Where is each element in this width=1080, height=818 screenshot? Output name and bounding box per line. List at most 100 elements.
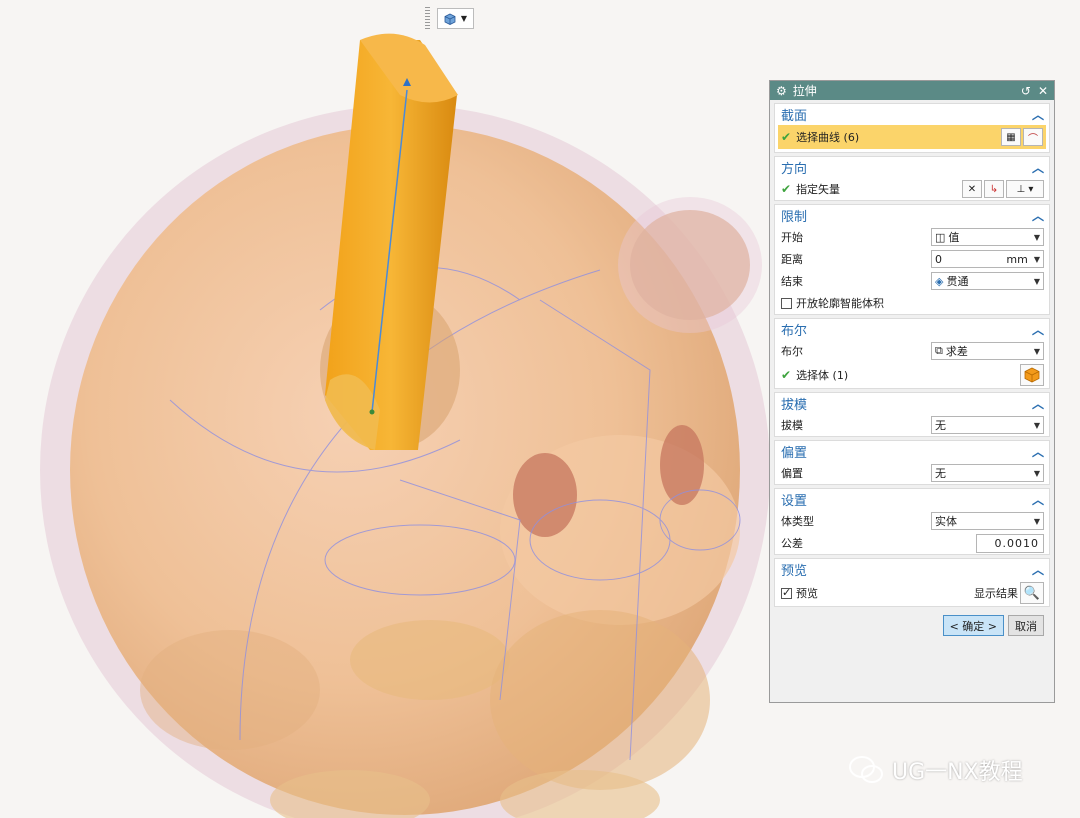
select-curve-row[interactable]: ✔ 选择曲线 (6) ▦ ⌒ bbox=[778, 125, 1046, 149]
vector-type-dropdown[interactable]: ⊥ ▾ bbox=[1006, 180, 1044, 198]
section-title: 限制 bbox=[781, 210, 808, 225]
solid-body-icon[interactable] bbox=[1020, 364, 1044, 386]
specify-vector-row[interactable]: ✔ 指定矢量 ✕ ↳ ⊥ ▾ bbox=[775, 178, 1049, 200]
settings-panel: 设置 ︿ 体类型 实体 ▼ 公差 0.0010 bbox=[774, 488, 1050, 555]
ok-button[interactable]: < 确定 > bbox=[942, 615, 1004, 636]
collapse-icon[interactable]: ︿ bbox=[1032, 395, 1044, 412]
chevron-down-icon: ▼ bbox=[1033, 276, 1040, 286]
limits-panel: 限制 ︿ 开始 ◫ 值 ▼ 距离 0 mm ▼ 结束 ◈ 贯通 ▼ 开放轮廓智能… bbox=[774, 204, 1050, 315]
section-header[interactable]: 限制 ︿ bbox=[775, 205, 1049, 226]
tolerance-input[interactable]: 0.0010 bbox=[976, 533, 1044, 553]
open-profile-row[interactable]: 开放轮廓智能体积 bbox=[775, 292, 1049, 314]
close-icon[interactable]: ✕ bbox=[1038, 84, 1048, 98]
chevron-down-icon[interactable]: ▼ bbox=[1034, 255, 1040, 264]
collapse-icon[interactable]: ︿ bbox=[1032, 159, 1044, 176]
section-title: 预览 bbox=[781, 564, 808, 579]
collapse-icon[interactable]: ︿ bbox=[1032, 443, 1044, 460]
section-header[interactable]: 设置 ︿ bbox=[775, 489, 1049, 510]
open-profile-checkbox[interactable] bbox=[781, 297, 792, 309]
section-title: 设置 bbox=[781, 494, 808, 509]
distance-unit: mm bbox=[1006, 252, 1028, 266]
collapse-icon[interactable]: ︿ bbox=[1032, 207, 1044, 224]
start-row: 开始 ◫ 值 ▼ bbox=[775, 226, 1049, 248]
end-label: 结束 bbox=[781, 275, 803, 288]
draft-row: 拔模 无 ▼ bbox=[775, 414, 1049, 436]
distance-label: 距离 bbox=[781, 253, 803, 266]
section-title: 方向 bbox=[781, 162, 808, 177]
tolerance-row: 公差 0.0010 bbox=[775, 532, 1049, 554]
collapse-icon[interactable]: ︿ bbox=[1032, 321, 1044, 338]
offset-value: 无 bbox=[935, 467, 946, 480]
specify-vector-label: 指定矢量 bbox=[796, 183, 841, 196]
chevron-down-icon: ▼ bbox=[1033, 420, 1040, 430]
body-type-row: 体类型 实体 ▼ bbox=[775, 510, 1049, 532]
chevron-down-icon: ▼ bbox=[1033, 468, 1040, 478]
offset-row: 偏置 无 ▼ bbox=[775, 462, 1049, 484]
collapse-icon[interactable]: ︿ bbox=[1032, 491, 1044, 508]
dialog-buttons: < 确定 > 取消 bbox=[770, 607, 1054, 636]
curve-icon[interactable]: ⌒ bbox=[1023, 128, 1043, 146]
collapse-icon[interactable]: ︿ bbox=[1032, 106, 1044, 123]
section-header[interactable]: 布尔 ︿ bbox=[775, 319, 1049, 340]
dialog-titlebar[interactable]: ⚙ 拉伸 ↺ ✕ bbox=[770, 81, 1054, 100]
gear-icon: ⚙ bbox=[776, 83, 787, 98]
start-select[interactable]: ◫ 值 ▼ bbox=[931, 228, 1044, 246]
body-type-value: 实体 bbox=[935, 515, 957, 528]
draft-value: 无 bbox=[935, 419, 946, 432]
sketch-section-icon[interactable]: ▦ bbox=[1001, 128, 1021, 146]
reverse-direction-icon[interactable]: ✕ bbox=[962, 180, 982, 198]
view-orientation-dropdown[interactable]: ▼ bbox=[437, 8, 474, 29]
check-icon: ✔ bbox=[781, 130, 792, 144]
watermark-text: UG一NX教程 bbox=[892, 760, 1023, 785]
subtract-icon: ⧉ bbox=[935, 344, 943, 357]
value-icon: ◫ bbox=[935, 230, 946, 244]
wechat-logo-icon bbox=[849, 756, 883, 783]
tolerance-label: 公差 bbox=[781, 537, 803, 550]
start-value: 值 bbox=[948, 231, 960, 244]
check-icon: ✔ bbox=[781, 368, 792, 382]
vector-dialog-icon[interactable]: ↳ bbox=[984, 180, 1004, 198]
boolean-select[interactable]: ⧉ 求差 ▼ bbox=[931, 342, 1044, 360]
dialog-title: 拉伸 bbox=[792, 84, 817, 98]
body-type-label: 体类型 bbox=[781, 515, 814, 528]
toolbar-grip[interactable] bbox=[425, 7, 430, 31]
distance-row: 距离 0 mm ▼ bbox=[775, 248, 1049, 270]
boolean-label: 布尔 bbox=[781, 345, 803, 358]
offset-select[interactable]: 无 ▼ bbox=[931, 464, 1044, 482]
section-header[interactable]: 预览 ︿ bbox=[775, 559, 1049, 580]
direction-panel: 方向 ︿ ✔ 指定矢量 ✕ ↳ ⊥ ▾ bbox=[774, 156, 1050, 201]
select-body-row[interactable]: ✔ 选择体 (1) bbox=[775, 362, 1049, 388]
section-header[interactable]: 拔模 ︿ bbox=[775, 393, 1049, 414]
reset-icon[interactable]: ↺ bbox=[1021, 84, 1031, 98]
cube-view-icon bbox=[444, 13, 456, 25]
check-icon: ✔ bbox=[781, 182, 792, 196]
open-profile-label: 开放轮廓智能体积 bbox=[796, 297, 884, 310]
collapse-icon[interactable]: ︿ bbox=[1032, 561, 1044, 578]
draft-panel: 拔模 ︿ 拔模 无 ▼ bbox=[774, 392, 1050, 437]
boolean-panel: 布尔 ︿ 布尔 ⧉ 求差 ▼ ✔ 选择体 (1) bbox=[774, 318, 1050, 389]
draft-select[interactable]: 无 ▼ bbox=[931, 416, 1044, 434]
section-header[interactable]: 方向 ︿ bbox=[775, 157, 1049, 178]
section-curve-panel: 截面 ︿ ✔ 选择曲线 (6) ▦ ⌒ bbox=[774, 103, 1050, 153]
chevron-down-icon: ▼ bbox=[1033, 516, 1040, 526]
section-header[interactable]: 偏置 ︿ bbox=[775, 441, 1049, 462]
distance-input[interactable]: 0 mm ▼ bbox=[931, 250, 1044, 268]
offset-label: 偏置 bbox=[781, 467, 803, 480]
preview-row: 预览 显示结果 🔍 bbox=[775, 580, 1049, 606]
boolean-row: 布尔 ⧉ 求差 ▼ bbox=[775, 340, 1049, 362]
section-header[interactable]: 截面 ︿ bbox=[775, 104, 1049, 125]
section-title: 布尔 bbox=[781, 324, 808, 339]
end-value: 贯通 bbox=[946, 275, 969, 288]
body-type-select[interactable]: 实体 ▼ bbox=[931, 512, 1044, 530]
chevron-down-icon: ▼ bbox=[460, 14, 468, 23]
preview-panel: 预览 ︿ 预览 显示结果 🔍 bbox=[774, 558, 1050, 607]
preview-checkbox[interactable] bbox=[781, 586, 792, 599]
magnifier-icon[interactable]: 🔍 bbox=[1020, 582, 1044, 604]
chevron-down-icon: ▼ bbox=[1033, 346, 1040, 356]
cancel-button[interactable]: 取消 bbox=[1008, 615, 1044, 636]
through-all-icon: ◈ bbox=[935, 274, 944, 288]
end-select[interactable]: ◈ 贯通 ▼ bbox=[931, 272, 1044, 290]
distance-value: 0 bbox=[935, 252, 942, 266]
watermark: UG一NX教程 bbox=[848, 754, 1023, 786]
end-row: 结束 ◈ 贯通 ▼ bbox=[775, 270, 1049, 292]
